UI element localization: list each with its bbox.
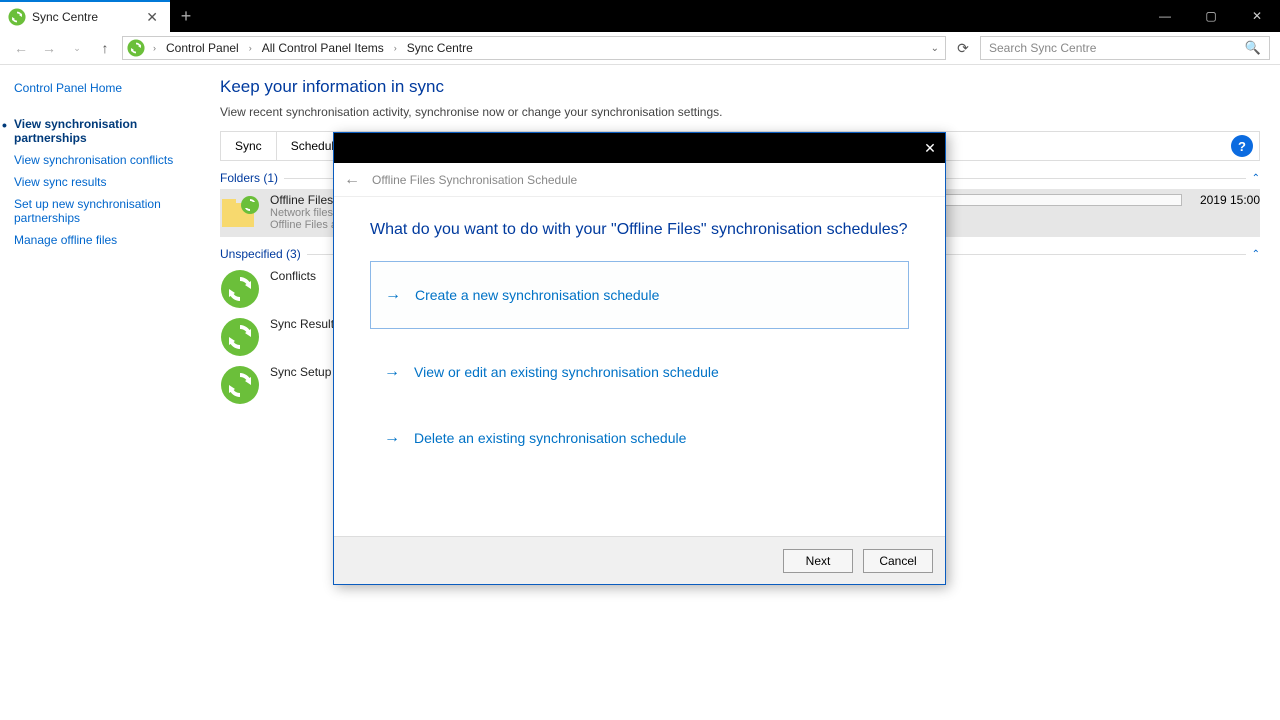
dialog-header: ← Offline Files Synchronisation Schedule: [334, 163, 945, 197]
sync-icon: [127, 39, 145, 57]
chevron-down-icon[interactable]: ⌄: [931, 43, 941, 54]
sidebar-item-conflicts[interactable]: View synchronisation conflicts: [14, 149, 186, 171]
cancel-button[interactable]: Cancel: [863, 549, 933, 573]
page-title: Keep your information in sync: [220, 77, 1260, 97]
breadcrumb-item[interactable]: All Control Panel Items: [260, 41, 386, 55]
sync-icon: [8, 8, 26, 26]
new-tab-button[interactable]: +: [170, 0, 202, 32]
sync-icon: [220, 365, 260, 405]
sidebar-home[interactable]: Control Panel Home: [14, 77, 186, 99]
maximize-button[interactable]: ▢: [1188, 0, 1234, 32]
sync-icon: [220, 317, 260, 357]
breadcrumb-item[interactable]: Control Panel: [164, 41, 241, 55]
breadcrumb[interactable]: › Control Panel › All Control Panel Item…: [122, 36, 946, 60]
last-sync-time: 2019 15:00: [1200, 193, 1260, 207]
arrow-right-icon: →: [384, 429, 400, 447]
window-controls: — ▢ ✕: [1142, 0, 1280, 32]
choice-delete[interactable]: → Delete an existing synchronisation sch…: [370, 415, 909, 461]
item-title: Offline Files: [270, 193, 337, 207]
choice-edit[interactable]: → View or edit an existing synchronisati…: [370, 349, 909, 395]
sidebar-item-setup[interactable]: Set up new synchronisation partnerships: [14, 193, 186, 229]
chevron-right-icon: ›: [147, 43, 162, 53]
dialog-back-button[interactable]: ←: [344, 171, 360, 189]
sync-icon: [220, 269, 260, 309]
breadcrumb-item[interactable]: Sync Centre: [405, 41, 475, 55]
search-icon: 🔍: [1245, 40, 1261, 56]
page-subtitle: View recent synchronisation activity, sy…: [220, 105, 1260, 119]
tab-sync[interactable]: Sync: [221, 132, 277, 160]
arrow-right-icon: →: [384, 363, 400, 381]
dialog-header-text: Offline Files Synchronisation Schedule: [372, 173, 577, 187]
sidebar-item-results[interactable]: View sync results: [14, 171, 186, 193]
dialog-footer: Next Cancel: [334, 536, 945, 584]
folder-sync-icon: [220, 193, 260, 233]
titlebar: Sync Centre ✕ + — ▢ ✕: [0, 0, 1280, 32]
chevron-up-icon[interactable]: ⌃: [1252, 173, 1260, 184]
navbar: ← → ⌄ ↑ › Control Panel › All Control Pa…: [0, 32, 1280, 65]
dialog-titlebar: ✕: [334, 133, 945, 163]
close-button[interactable]: ✕: [1234, 0, 1280, 32]
choice-create[interactable]: → Create a new synchronisation schedule: [370, 261, 909, 329]
schedule-dialog: ✕ ← Offline Files Synchronisation Schedu…: [333, 132, 946, 585]
up-button[interactable]: ↑: [94, 37, 116, 59]
recent-dropdown-icon[interactable]: ⌄: [66, 37, 88, 59]
sidebar-item-offline[interactable]: Manage offline files: [14, 229, 186, 251]
tab-title: Sync Centre: [32, 10, 142, 24]
progress-bar: [922, 194, 1182, 206]
window-tab[interactable]: Sync Centre ✕: [0, 0, 170, 32]
dialog-body: What do you want to do with your "Offlin…: [334, 197, 945, 536]
minimize-button[interactable]: —: [1142, 0, 1188, 32]
chevron-right-icon: ›: [243, 43, 258, 53]
chevron-up-icon[interactable]: ⌃: [1252, 249, 1260, 260]
next-button[interactable]: Next: [783, 549, 853, 573]
dialog-close-button[interactable]: ✕: [915, 133, 945, 163]
sidebar-item-partnerships[interactable]: View synchronisation partnerships: [14, 113, 186, 149]
dialog-question: What do you want to do with your "Offlin…: [370, 221, 909, 239]
chevron-right-icon: ›: [388, 43, 403, 53]
forward-button[interactable]: →: [38, 37, 60, 59]
search-input[interactable]: Search Sync Centre 🔍: [980, 36, 1270, 60]
back-button[interactable]: ←: [10, 37, 32, 59]
help-icon[interactable]: ?: [1231, 135, 1253, 157]
refresh-button[interactable]: ⟳: [952, 40, 974, 57]
tab-close-icon[interactable]: ✕: [142, 9, 162, 26]
arrow-right-icon: →: [385, 286, 401, 304]
sidebar: Control Panel Home View synchronisation …: [0, 65, 200, 720]
search-placeholder: Search Sync Centre: [989, 41, 1096, 55]
